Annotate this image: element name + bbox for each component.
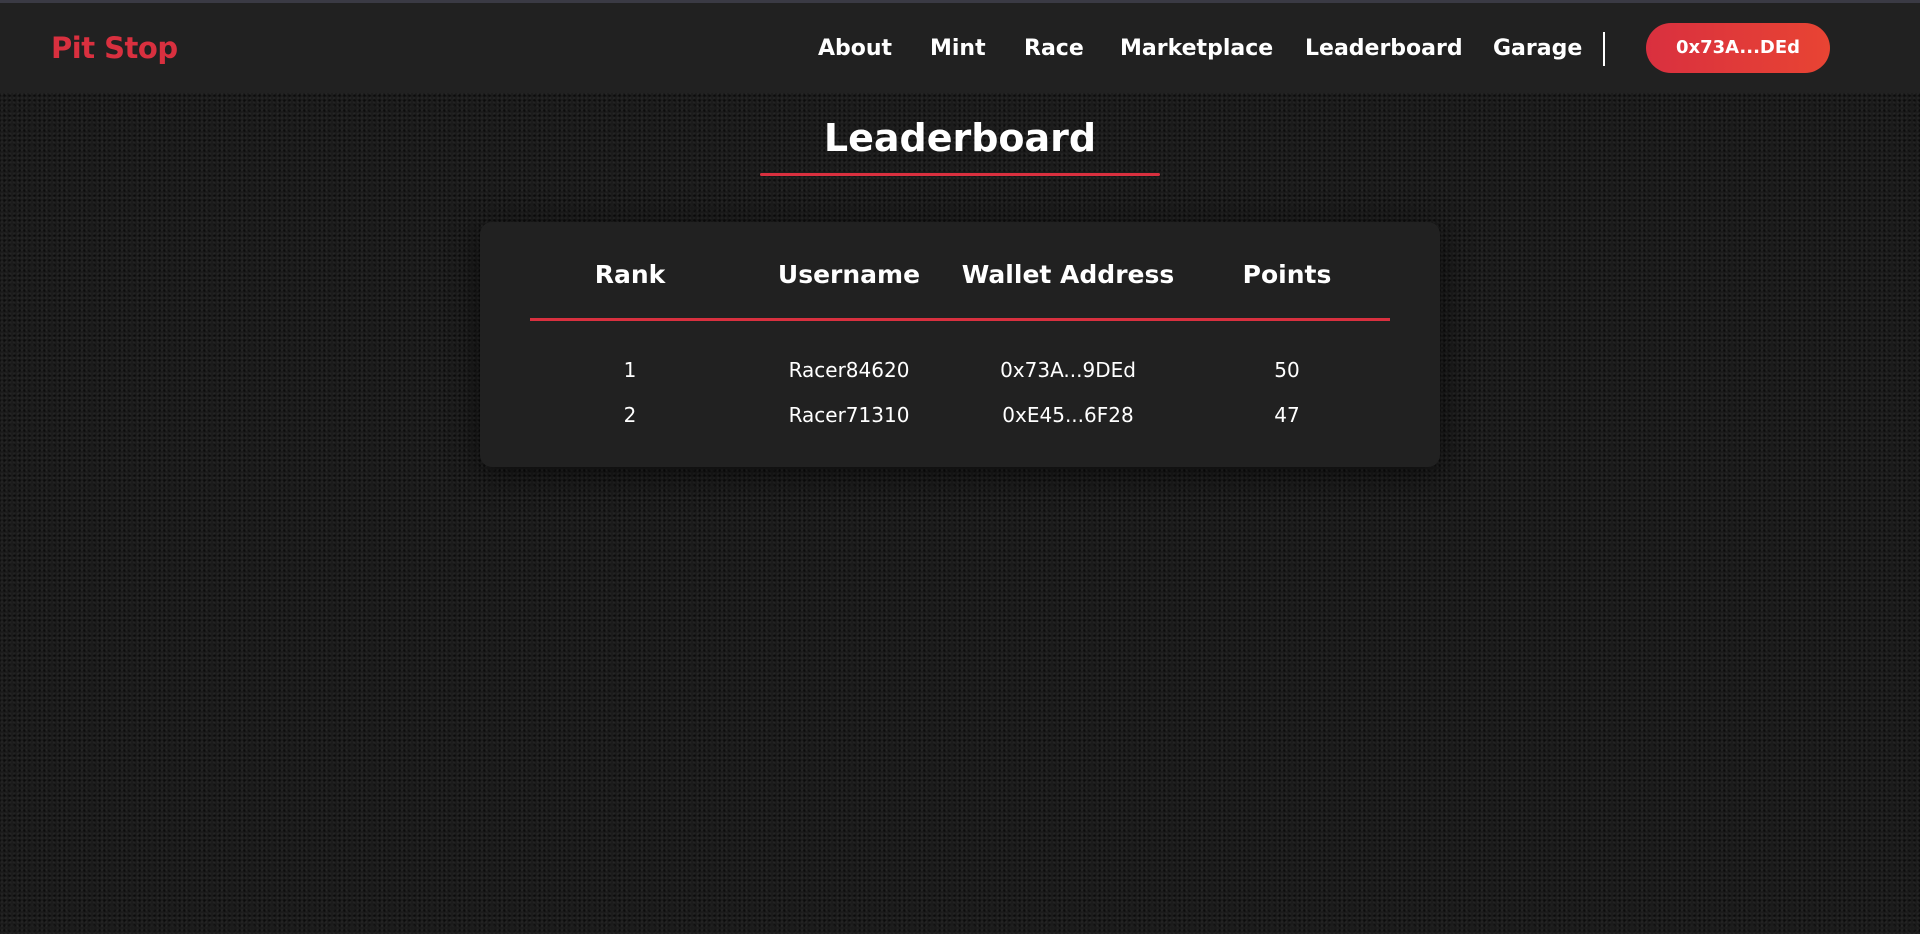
page-title: Leaderboard: [823, 116, 1097, 160]
nav-link-marketplace[interactable]: Marketplace: [1120, 34, 1273, 64]
column-header-rank: Rank: [594, 260, 666, 289]
nav-link-mint[interactable]: Mint: [930, 34, 986, 64]
nav-link-leaderboard[interactable]: Leaderboard: [1305, 34, 1463, 64]
username-cell: Racer84620: [788, 358, 910, 382]
nav-link-garage[interactable]: Garage: [1493, 34, 1582, 64]
nav-divider: [1603, 32, 1605, 66]
wallet-address-cell: 0xE45...6F28: [1002, 403, 1134, 427]
username-cell: Racer71310: [788, 403, 910, 427]
points-cell: 47: [1274, 403, 1300, 427]
wallet-address-cell: 0x73A...9DEd: [1000, 358, 1136, 382]
nav-link-about[interactable]: About: [818, 34, 892, 64]
leaderboard-card: Rank Username Wallet Address Points 1 Ra…: [480, 222, 1440, 467]
column-header-username: Username: [777, 260, 921, 289]
rank-cell: 1: [623, 358, 637, 382]
column-header-wallet-address: Wallet Address: [961, 260, 1175, 289]
rank-cell: 2: [623, 403, 637, 427]
title-underline: [760, 173, 1160, 176]
points-cell: 50: [1274, 358, 1300, 382]
nav-link-race[interactable]: Race: [1024, 34, 1084, 64]
brand-logo[interactable]: Pit Stop: [51, 30, 178, 66]
wallet-address-button[interactable]: 0x73A...DEd: [1646, 23, 1830, 73]
top-navbar: Pit Stop About Mint Race Marketplace Lea…: [0, 3, 1920, 93]
header-underline: [530, 318, 1390, 321]
column-header-points: Points: [1242, 260, 1332, 289]
